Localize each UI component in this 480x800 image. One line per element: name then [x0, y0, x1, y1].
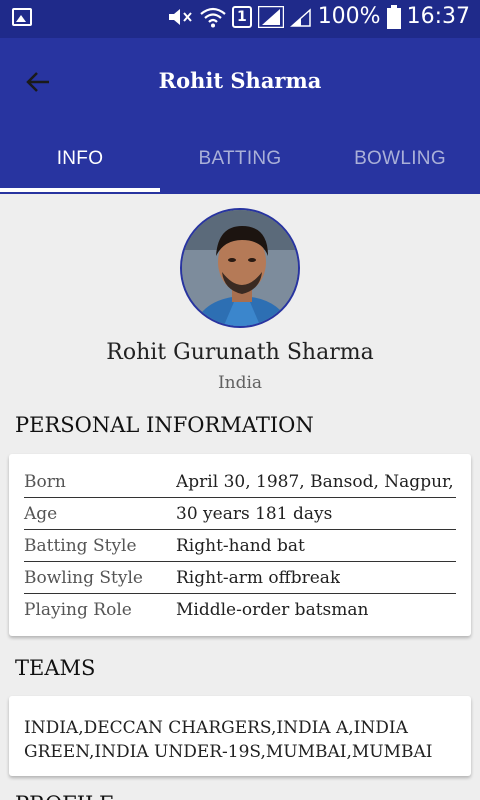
wifi-icon	[200, 7, 226, 27]
signal-2-icon	[289, 7, 311, 27]
info-label: Playing Role	[24, 600, 132, 620]
mute-icon	[168, 8, 192, 25]
player-photo	[182, 210, 298, 326]
info-label: Batting Style	[24, 535, 137, 556]
gallery-notification-icon	[12, 8, 32, 26]
teams-heading: TEAMS	[15, 656, 96, 680]
personal-info-card: Born April 30, 1987, Bansod, Nagpur, Age…	[9, 454, 471, 636]
info-label: Bowling Style	[24, 567, 143, 588]
tab-bar: INFO BATTING BOWLING	[0, 138, 480, 194]
player-full-name: Rohit Gurunath Sharma	[106, 340, 374, 365]
battery-icon	[386, 4, 401, 29]
info-label: Born	[24, 471, 66, 492]
tab-info[interactable]: INFO	[0, 138, 160, 194]
info-label: Age	[24, 503, 58, 524]
signal-icon	[257, 5, 284, 28]
profile-heading: PROFILE	[15, 792, 114, 800]
teams-card: INDIA,DECCAN CHARGERS,INDIA A,INDIA GREE…	[9, 696, 471, 776]
info-value: Middle-order batsman	[176, 600, 369, 620]
info-row-bowling-style: Bowling Style Right-arm offbreak	[24, 562, 456, 594]
info-value: April 30, 1987, Bansod, Nagpur,	[176, 471, 454, 492]
clock: 16:37	[406, 4, 470, 29]
app-bar: Rohit Sharma INFO BATTING BOWLING	[0, 38, 480, 194]
info-row-born: Born April 30, 1987, Bansod, Nagpur,	[24, 466, 456, 498]
battery-percent: 100%	[317, 4, 381, 29]
status-bar: 1 100% 16:37	[0, 0, 480, 38]
info-row-age: Age 30 years 181 days	[24, 498, 456, 530]
info-value: Right-arm offbreak	[176, 567, 341, 588]
teams-list: INDIA,DECCAN CHARGERS,INDIA A,INDIA GREE…	[24, 718, 433, 762]
page-title: Rohit Sharma	[158, 68, 322, 93]
player-avatar	[180, 208, 300, 328]
info-value: 30 years 181 days	[176, 503, 333, 524]
player-country: India	[217, 373, 263, 393]
personal-info-heading: PERSONAL INFORMATION	[15, 413, 314, 437]
tab-bowling[interactable]: BOWLING	[320, 138, 480, 194]
info-row-playing-role: Playing Role Middle-order batsman	[24, 594, 456, 626]
info-value: Right-hand bat	[176, 535, 305, 556]
tab-batting[interactable]: BATTING	[160, 138, 320, 194]
info-row-batting-style: Batting Style Right-hand bat	[24, 530, 456, 562]
sim-indicator: 1	[231, 5, 252, 28]
